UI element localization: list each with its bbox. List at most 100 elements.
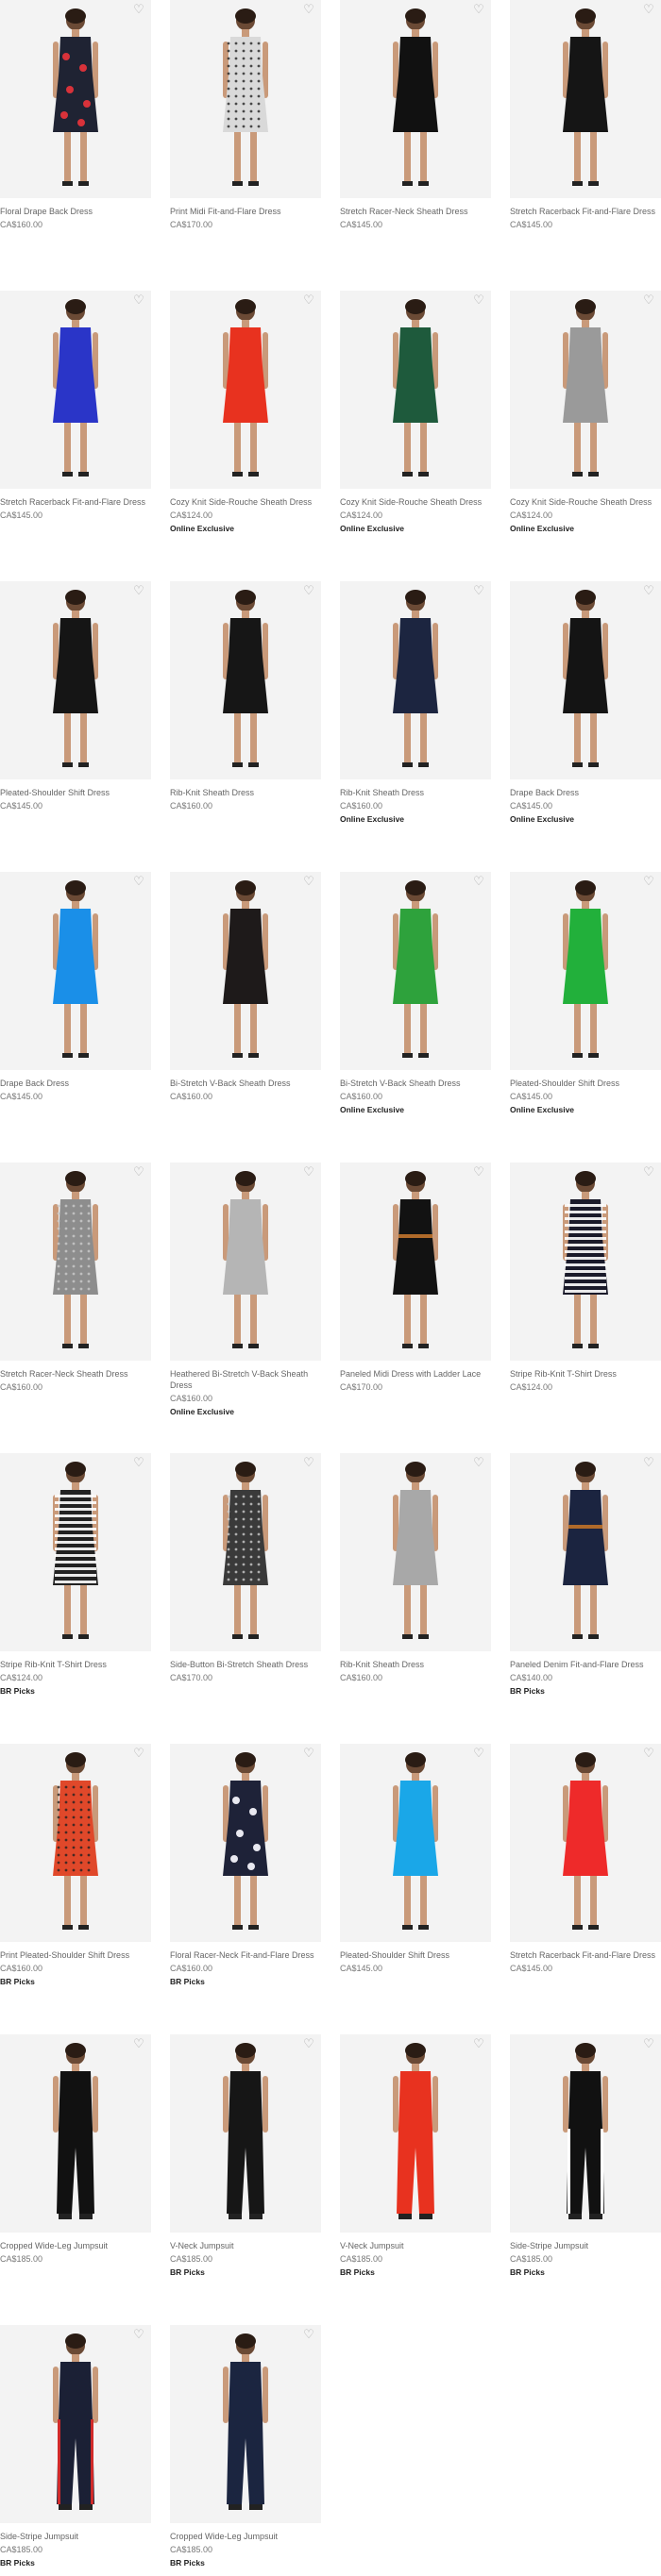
product-name[interactable]: V-Neck Jumpsuit [170, 2240, 330, 2251]
product-name[interactable]: Rib-Knit Sheath Dress [340, 1659, 500, 1670]
product-image[interactable]: ♡ [510, 872, 661, 1070]
product-card[interactable]: ♡ Floral Racer-Neck Fit-and-Flare Dress CA… [170, 1744, 330, 1987]
heart-outline-icon[interactable]: ♡ [642, 876, 655, 889]
product-image[interactable]: ♡ [510, 1163, 661, 1361]
product-card[interactable]: ♡ Stripe Rib-Knit T-Shirt Dress CA$124.00 [510, 1163, 661, 1393]
product-card[interactable]: ♡ Rib-Knit Sheath Dress CA$160.00 [340, 1453, 500, 1683]
heart-outline-icon[interactable]: ♡ [302, 1748, 315, 1761]
product-name[interactable]: Drape Back Dress [510, 787, 661, 798]
product-image[interactable]: ♡ [510, 2034, 661, 2233]
product-name[interactable]: Bi-Stretch V-Back Sheath Dress [340, 1078, 500, 1089]
heart-outline-icon[interactable]: ♡ [642, 294, 655, 308]
product-name[interactable]: Heathered Bi-Stretch V-Back Sheath Dress [170, 1368, 330, 1391]
heart-outline-icon[interactable]: ♡ [642, 1748, 655, 1761]
product-card[interactable]: ♡ Pleated-Shoulder Shift Dress CA$145.00 [340, 1744, 500, 1974]
product-card[interactable]: ♡ Floral Drape Back Dress CA$160.00 [0, 0, 161, 230]
product-name[interactable]: Stretch Racer-Neck Sheath Dress [0, 1368, 161, 1380]
heart-outline-icon[interactable]: ♡ [472, 294, 485, 308]
heart-outline-icon[interactable]: ♡ [132, 1748, 145, 1761]
product-card[interactable]: ♡ Stretch Racer-Neck Sheath Dress CA$160.0… [0, 1163, 161, 1393]
product-name[interactable]: Pleated-Shoulder Shift Dress [0, 787, 161, 798]
heart-outline-icon[interactable]: ♡ [472, 2038, 485, 2051]
product-card[interactable]: ♡ Print Pleated-Shoulder Shift Dress CA$16… [0, 1744, 161, 1987]
heart-outline-icon[interactable]: ♡ [472, 4, 485, 17]
heart-outline-icon[interactable]: ♡ [642, 4, 655, 17]
heart-outline-icon[interactable]: ♡ [132, 2038, 145, 2051]
product-card[interactable]: ♡ Cropped Wide-Leg Jumpsuit CA$185.00 [0, 2034, 161, 2265]
product-card[interactable]: ♡ Drape Back Dress CA$145.00 Online Exclusi… [510, 581, 661, 825]
product-card[interactable]: ♡ Stretch Racerback Fit-and-Flare Dress CA… [0, 291, 161, 521]
product-name[interactable]: Paneled Midi Dress with Ladder Lace [340, 1368, 500, 1380]
product-name[interactable]: Stretch Racerback Fit-and-Flare Dress [0, 496, 161, 508]
heart-outline-icon[interactable]: ♡ [132, 876, 145, 889]
product-image[interactable]: ♡ [340, 1453, 491, 1651]
heart-outline-icon[interactable]: ♡ [302, 294, 315, 308]
product-name[interactable]: Cozy Knit Side-Rouche Sheath Dress [340, 496, 500, 508]
product-image[interactable]: ♡ [340, 581, 491, 779]
product-name[interactable]: Pleated-Shoulder Shift Dress [510, 1078, 661, 1089]
product-image[interactable]: ♡ [0, 581, 151, 779]
product-card[interactable]: ♡ Stripe Rib-Knit T-Shirt Dress CA$124.00 B… [0, 1453, 161, 1697]
product-name[interactable]: Cropped Wide-Leg Jumpsuit [170, 2531, 330, 2542]
product-card[interactable]: ♡ Cozy Knit Side-Rouche Sheath Dress CA$12… [340, 291, 500, 534]
product-image[interactable]: ♡ [170, 1453, 321, 1651]
heart-outline-icon[interactable]: ♡ [132, 4, 145, 17]
product-image[interactable]: ♡ [340, 291, 491, 489]
product-card[interactable]: ♡ Rib-Knit Sheath Dress CA$160.00 Online Ex… [340, 581, 500, 825]
heart-outline-icon[interactable]: ♡ [132, 585, 145, 598]
product-card[interactable]: ♡ Drape Back Dress CA$145.00 [0, 872, 161, 1102]
heart-outline-icon[interactable]: ♡ [302, 2038, 315, 2051]
product-name[interactable]: Stripe Rib-Knit T-Shirt Dress [510, 1368, 661, 1380]
product-image[interactable]: ♡ [170, 291, 321, 489]
product-name[interactable]: Side-Button Bi-Stretch Sheath Dress [170, 1659, 330, 1670]
product-card[interactable]: ♡ V-Neck Jumpsuit CA$185.00 BR Picks [170, 2034, 330, 2278]
product-image[interactable]: ♡ [510, 291, 661, 489]
product-image[interactable]: ♡ [0, 2034, 151, 2233]
product-card[interactable]: ♡ V-Neck Jumpsuit CA$185.00 BR Picks [340, 2034, 500, 2278]
product-image[interactable]: ♡ [0, 872, 151, 1070]
heart-outline-icon[interactable]: ♡ [132, 294, 145, 308]
product-image[interactable]: ♡ [170, 1163, 321, 1361]
product-image[interactable]: ♡ [170, 2034, 321, 2233]
heart-outline-icon[interactable]: ♡ [642, 585, 655, 598]
heart-outline-icon[interactable]: ♡ [642, 1166, 655, 1179]
product-card[interactable]: ♡ Print Midi Fit-and-Flare Dress CA$170.00 [170, 0, 330, 230]
product-image[interactable]: ♡ [340, 0, 491, 198]
product-name[interactable]: Print Pleated-Shoulder Shift Dress [0, 1949, 161, 1961]
heart-outline-icon[interactable]: ♡ [132, 1457, 145, 1470]
product-image[interactable]: ♡ [510, 1744, 661, 1942]
product-name[interactable]: Stretch Racerback Fit-and-Flare Dress [510, 1949, 661, 1961]
product-card[interactable]: ♡ Bi-Stretch V-Back Sheath Dress CA$160.00… [340, 872, 500, 1115]
product-card[interactable]: ♡ Stretch Racerback Fit-and-Flare Dress CA… [510, 1744, 661, 1974]
product-card[interactable]: ♡ Cozy Knit Side-Rouche Sheath Dress CA$12… [170, 291, 330, 534]
heart-outline-icon[interactable]: ♡ [472, 585, 485, 598]
product-card[interactable]: ♡ Heathered Bi-Stretch V-Back Sheath Dres… [170, 1163, 330, 1417]
product-card[interactable]: ♡ Pleated-Shoulder Shift Dress CA$145.00 [0, 581, 161, 811]
heart-outline-icon[interactable]: ♡ [302, 876, 315, 889]
product-image[interactable]: ♡ [0, 0, 151, 198]
product-image[interactable]: ♡ [340, 2034, 491, 2233]
product-name[interactable]: V-Neck Jumpsuit [340, 2240, 500, 2251]
heart-outline-icon[interactable]: ♡ [132, 1166, 145, 1179]
product-name[interactable]: Side-Stripe Jumpsuit [0, 2531, 161, 2542]
product-image[interactable]: ♡ [0, 1744, 151, 1942]
product-name[interactable]: Stripe Rib-Knit T-Shirt Dress [0, 1659, 161, 1670]
product-name[interactable]: Cozy Knit Side-Rouche Sheath Dress [510, 496, 661, 508]
product-image[interactable]: ♡ [340, 1744, 491, 1942]
product-image[interactable]: ♡ [170, 0, 321, 198]
product-card[interactable]: ♡ Cozy Knit Side-Rouche Sheath Dress CA$12… [510, 291, 661, 534]
product-card[interactable]: ♡ Paneled Denim Fit-and-Flare Dress CA$140… [510, 1453, 661, 1697]
product-image[interactable]: ♡ [170, 581, 321, 779]
heart-outline-icon[interactable]: ♡ [302, 1457, 315, 1470]
product-image[interactable]: ♡ [0, 291, 151, 489]
product-name[interactable]: Stretch Racer-Neck Sheath Dress [340, 206, 500, 217]
product-card[interactable]: ♡ Cropped Wide-Leg Jumpsuit CA$185.00 BR Pi… [170, 2325, 330, 2568]
heart-outline-icon[interactable]: ♡ [472, 1166, 485, 1179]
heart-outline-icon[interactable]: ♡ [302, 4, 315, 17]
product-name[interactable]: Stretch Racerback Fit-and-Flare Dress [510, 206, 661, 217]
product-image[interactable]: ♡ [340, 1163, 491, 1361]
product-image[interactable]: ♡ [170, 1744, 321, 1942]
product-card[interactable]: ♡ Bi-Stretch V-Back Sheath Dress CA$160.00 [170, 872, 330, 1102]
heart-outline-icon[interactable]: ♡ [642, 2038, 655, 2051]
product-card[interactable]: ♡ Stretch Racer-Neck Sheath Dress CA$145.0… [340, 0, 500, 230]
